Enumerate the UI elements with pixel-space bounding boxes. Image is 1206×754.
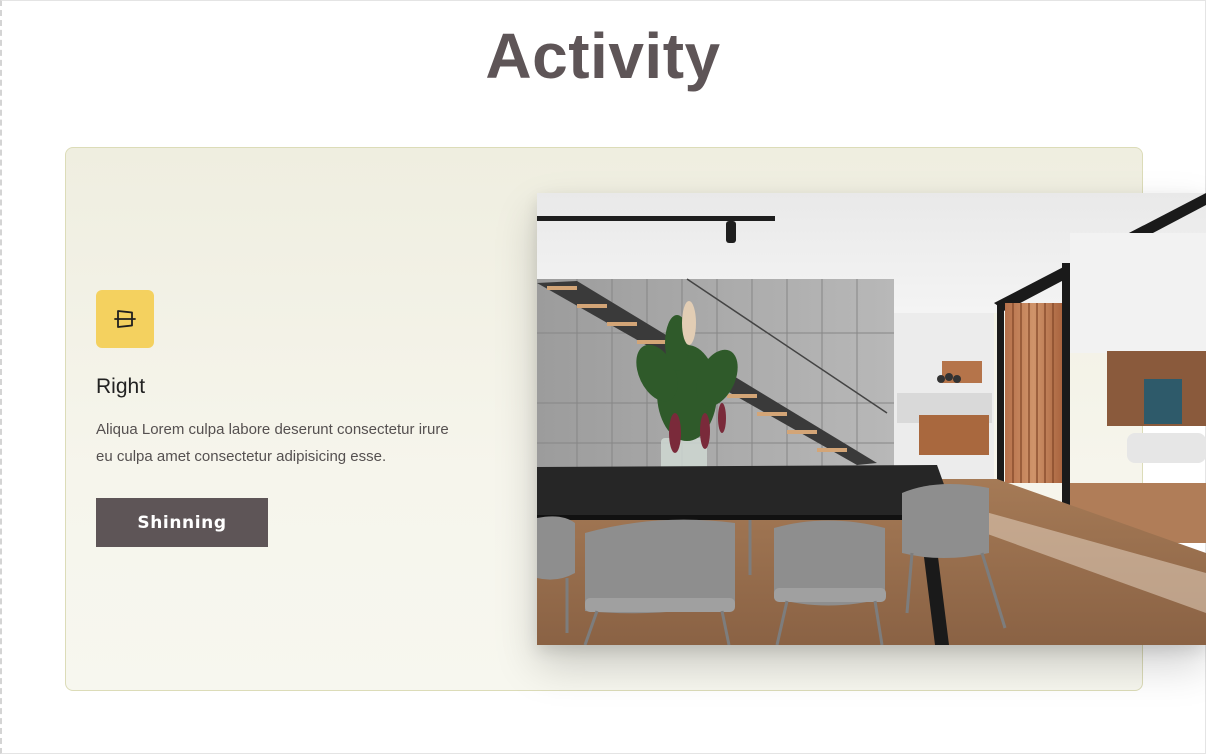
feature-description: Aliqua Lorem culpa labore deserunt conse…: [96, 421, 449, 465]
shinning-button[interactable]: Shinning: [96, 498, 268, 547]
feature-title: Right: [96, 375, 146, 398]
feature-icon-tile: [96, 290, 154, 348]
scanner-frame-icon: [114, 310, 136, 328]
page-title: Activity: [485, 20, 721, 92]
interior-dining-room-photo: [537, 193, 1206, 645]
